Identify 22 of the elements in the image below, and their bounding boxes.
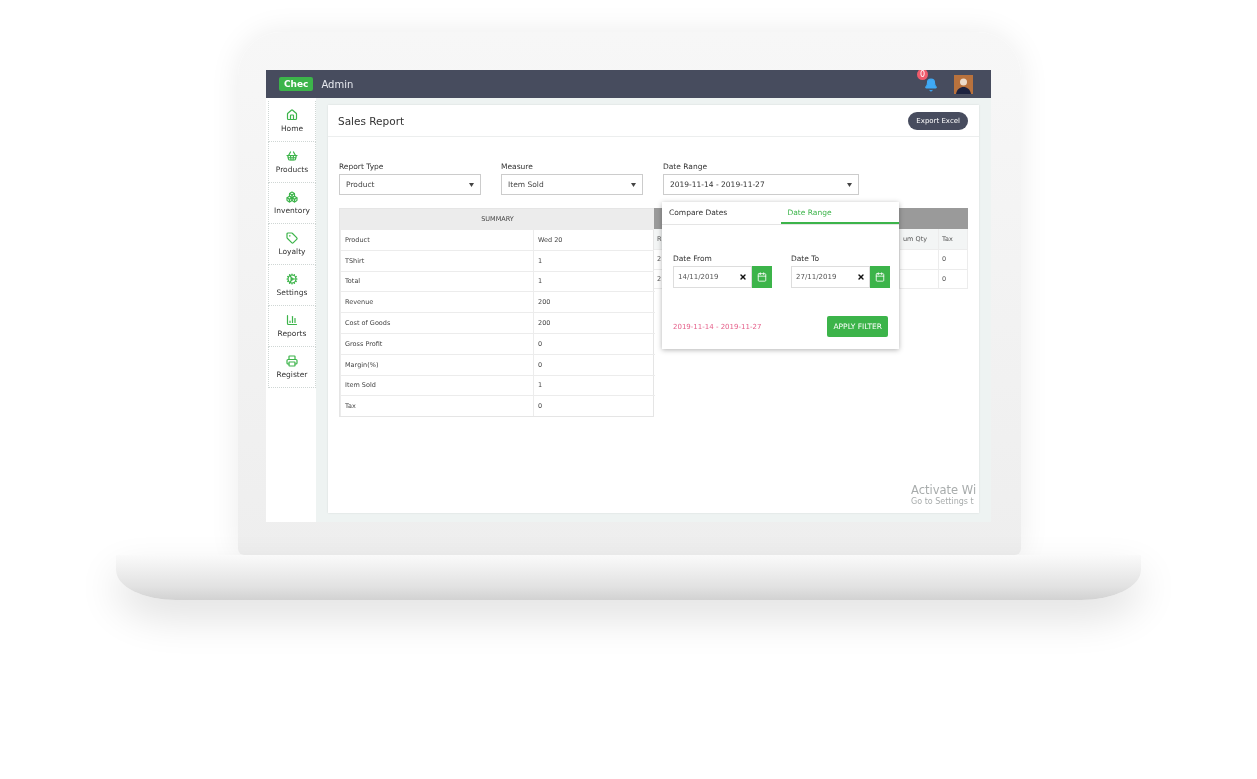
basket-icon: [286, 150, 298, 162]
bar-chart-icon: [286, 314, 298, 326]
caret-icon: [631, 182, 636, 187]
clear-icon[interactable]: [739, 273, 747, 281]
caret-icon: [469, 182, 474, 187]
clear-icon[interactable]: [857, 273, 865, 281]
avatar[interactable]: [954, 74, 973, 94]
caret-icon: [847, 182, 852, 187]
app-title: Admin: [321, 78, 355, 90]
bell-icon[interactable]: [924, 78, 938, 92]
boxes-icon: [286, 191, 298, 203]
notification-count: 0: [917, 70, 928, 80]
calendar-icon: [875, 272, 885, 282]
activation-subtitle: Go to Settings t: [911, 497, 975, 506]
house-icon: [286, 109, 298, 121]
printer-icon: [286, 355, 298, 367]
activation-title: Activate Wi: [911, 483, 978, 497]
tag-icon: [286, 232, 298, 244]
calendar-icon: [757, 272, 767, 282]
gear-icon: [286, 273, 298, 285]
page-title: Sales Report: [338, 114, 405, 127]
logo: Chec: [279, 77, 314, 91]
